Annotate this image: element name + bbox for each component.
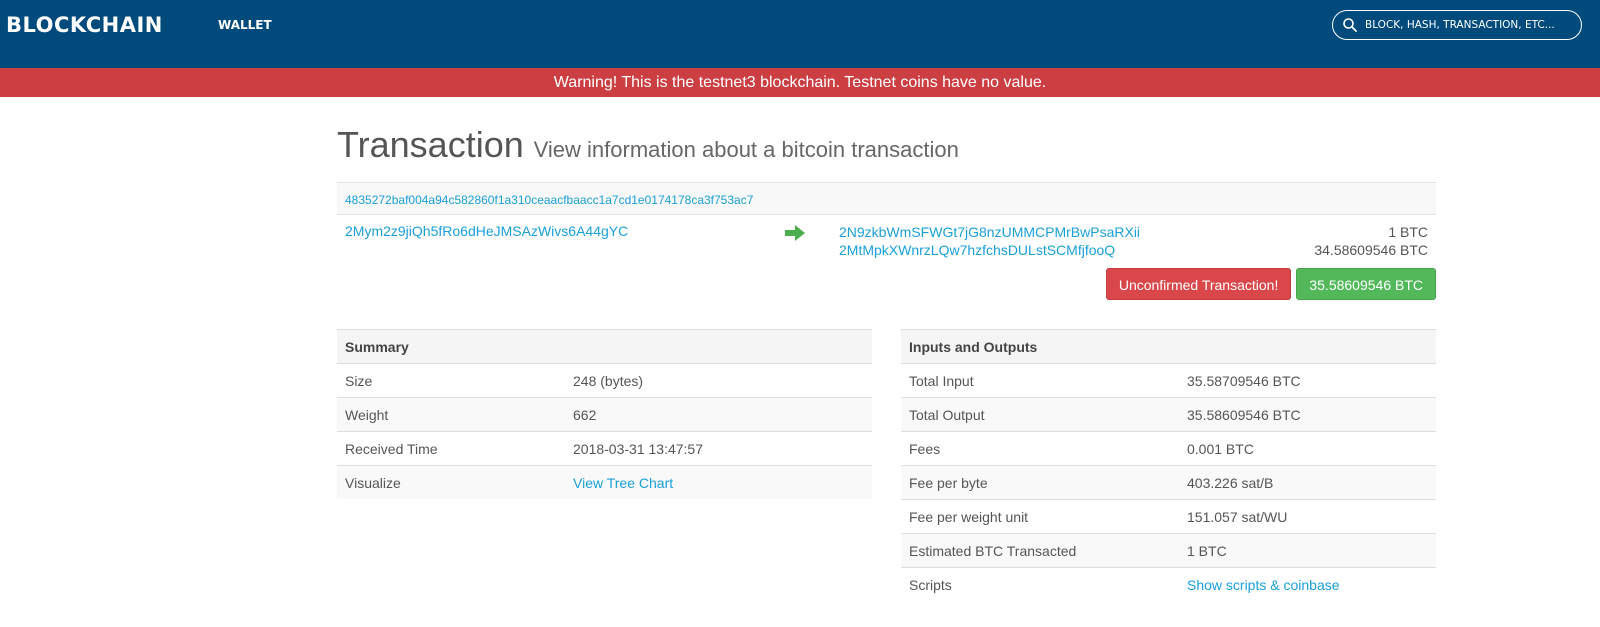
row-label: Weight <box>345 407 389 423</box>
nav-wallet-link[interactable]: WALLET <box>218 18 272 32</box>
row-label: Fee per byte <box>909 475 988 491</box>
table-row: Fee per byte 403.226 sat/B <box>901 465 1436 499</box>
output-address-link[interactable]: 2MtMpkXWnrzLQw7hzfchsDULstSCMfjfooQ <box>839 241 1115 259</box>
arrow-right-icon <box>785 225 805 241</box>
table-row: Total Output 35.58609546 BTC <box>901 397 1436 431</box>
row-value: 2018-03-31 13:47:57 <box>573 441 703 457</box>
output-address-link[interactable]: 2N9zkbWmSFWGt7jG8nzUMMCPMrBwPsaRXii <box>839 223 1140 241</box>
show-scripts-link[interactable]: Show scripts & coinbase <box>1187 577 1340 593</box>
table-row: Fees 0.001 BTC <box>901 431 1436 465</box>
output-amount: 1 BTC <box>1388 224 1428 240</box>
row-value: 35.58709546 BTC <box>1187 373 1301 389</box>
table-row: Weight 662 <box>337 397 872 431</box>
table-row: Size 248 (bytes) <box>337 363 872 397</box>
row-value: 248 (bytes) <box>573 373 644 389</box>
page-subtitle: View information about a bitcoin transac… <box>533 137 959 162</box>
search-input[interactable] <box>1365 19 1565 31</box>
io-heading: Inputs and Outputs <box>909 339 1038 355</box>
row-label: Size <box>345 373 373 389</box>
row-label: Scripts <box>909 577 952 593</box>
transaction-hash-link[interactable]: 4835272baf004a94c582860f1a310ceaacfbaacc… <box>345 193 753 207</box>
total-amount-button[interactable]: 35.58609546 BTC <box>1296 268 1436 300</box>
table-row: Estimated BTC Transacted 1 BTC <box>901 533 1436 567</box>
row-label: Fee per weight unit <box>909 509 1029 525</box>
page-title: Transaction View information about a bit… <box>337 124 959 166</box>
inputs-outputs-table: Inputs and Outputs Total Input 35.587095… <box>901 329 1436 601</box>
output-amount: 34.58609546 BTC <box>1314 242 1428 258</box>
search-box[interactable] <box>1332 10 1582 40</box>
transaction-badges: Unconfirmed Transaction! 35.58609546 BTC <box>1105 268 1436 300</box>
row-label: Estimated BTC Transacted <box>909 543 1077 559</box>
io-table-header: Inputs and Outputs <box>901 329 1436 363</box>
top-navbar: BLOCKCHAIN WALLET <box>0 0 1600 68</box>
testnet-warning-banner: Warning! This is the testnet3 blockchain… <box>0 68 1600 97</box>
row-label: Fees <box>909 441 941 457</box>
row-value: 1 BTC <box>1187 543 1227 559</box>
search-icon <box>1343 18 1357 32</box>
table-row: Scripts Show scripts & coinbase <box>901 567 1436 601</box>
row-label: Total Output <box>909 407 985 423</box>
table-row: Visualize View Tree Chart <box>337 465 872 499</box>
summary-heading: Summary <box>345 339 409 355</box>
row-value-cell: View Tree Chart <box>565 466 872 499</box>
view-tree-chart-link[interactable]: View Tree Chart <box>573 475 673 491</box>
blockchain-logo[interactable]: BLOCKCHAIN <box>6 13 163 37</box>
table-row: Total Input 35.58709546 BTC <box>901 363 1436 397</box>
row-value: 403.226 sat/B <box>1187 475 1274 491</box>
summary-table: Summary Size 248 (bytes) Weight 662 Rece… <box>337 329 872 499</box>
row-value-cell: Show scripts & coinbase <box>1179 568 1436 601</box>
table-row: Received Time 2018-03-31 13:47:57 <box>337 431 872 465</box>
row-label: Received Time <box>345 441 438 457</box>
row-value: 662 <box>573 407 597 423</box>
output-item: 2N9zkbWmSFWGt7jG8nzUMMCPMrBwPsaRXii 1 BT… <box>839 223 1428 241</box>
unconfirmed-status-button[interactable]: Unconfirmed Transaction! <box>1105 268 1292 300</box>
row-label: Visualize <box>345 475 401 491</box>
transaction-hash-row: 4835272baf004a94c582860f1a310ceaacfbaacc… <box>337 182 1436 215</box>
output-item: 2MtMpkXWnrzLQw7hzfchsDULstSCMfjfooQ 34.5… <box>839 241 1428 259</box>
summary-table-header: Summary <box>337 329 872 363</box>
row-label: Total Input <box>909 373 974 389</box>
row-value: 151.057 sat/WU <box>1187 509 1288 525</box>
page-title-heading: Transaction <box>337 124 524 165</box>
output-list: 2N9zkbWmSFWGt7jG8nzUMMCPMrBwPsaRXii 1 BT… <box>839 223 1428 259</box>
table-row: Fee per weight unit 151.057 sat/WU <box>901 499 1436 533</box>
input-address-link[interactable]: 2Mym2z9jiQh5fRo6dHeJMSAzWivs6A44gYC <box>345 223 628 239</box>
row-value: 35.58609546 BTC <box>1187 407 1301 423</box>
row-value: 0.001 BTC <box>1187 441 1254 457</box>
